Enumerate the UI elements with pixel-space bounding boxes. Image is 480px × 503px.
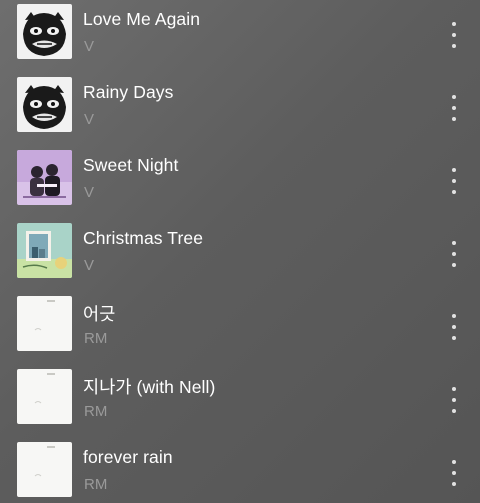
more-vertical-icon[interactable] [444,387,464,413]
track-title: Sweet Night [83,155,179,175]
more-vertical-icon[interactable] [444,314,464,340]
track-artist: RM [84,403,108,420]
track-artist: V [84,184,95,201]
album-art [17,442,72,497]
track-list: Love Me Again V Rainy Days V Sweet Night… [0,0,480,503]
list-item[interactable]: 지나가 (with Nell) RM [0,365,480,438]
track-title: Love Me Again [83,9,201,29]
album-art [17,369,72,424]
track-artist: RM [84,476,108,493]
track-title: Rainy Days [83,82,174,102]
track-artist: V [84,111,95,128]
more-vertical-icon[interactable] [444,460,464,486]
more-vertical-icon[interactable] [444,95,464,121]
track-title: forever rain [83,447,173,467]
album-art [17,150,72,205]
list-item[interactable]: Love Me Again V [0,0,480,73]
list-item[interactable]: Sweet Night V [0,146,480,219]
more-vertical-icon[interactable] [444,22,464,48]
track-artist: V [84,257,95,274]
track-artist: V [84,38,95,55]
album-art [17,4,72,59]
list-item[interactable]: Rainy Days V [0,73,480,146]
track-title: Christmas Tree [83,228,204,248]
list-item[interactable]: Christmas Tree V [0,219,480,292]
list-item[interactable]: forever rain RM [0,438,480,503]
track-title: 어긋 [83,304,116,324]
more-vertical-icon[interactable] [444,168,464,194]
album-art [17,223,72,278]
track-title: 지나가 (with Nell) [83,377,216,397]
album-art [17,77,72,132]
album-art [17,296,72,351]
more-vertical-icon[interactable] [444,241,464,267]
track-artist: RM [84,330,108,347]
list-item[interactable]: 어긋 RM [0,292,480,365]
